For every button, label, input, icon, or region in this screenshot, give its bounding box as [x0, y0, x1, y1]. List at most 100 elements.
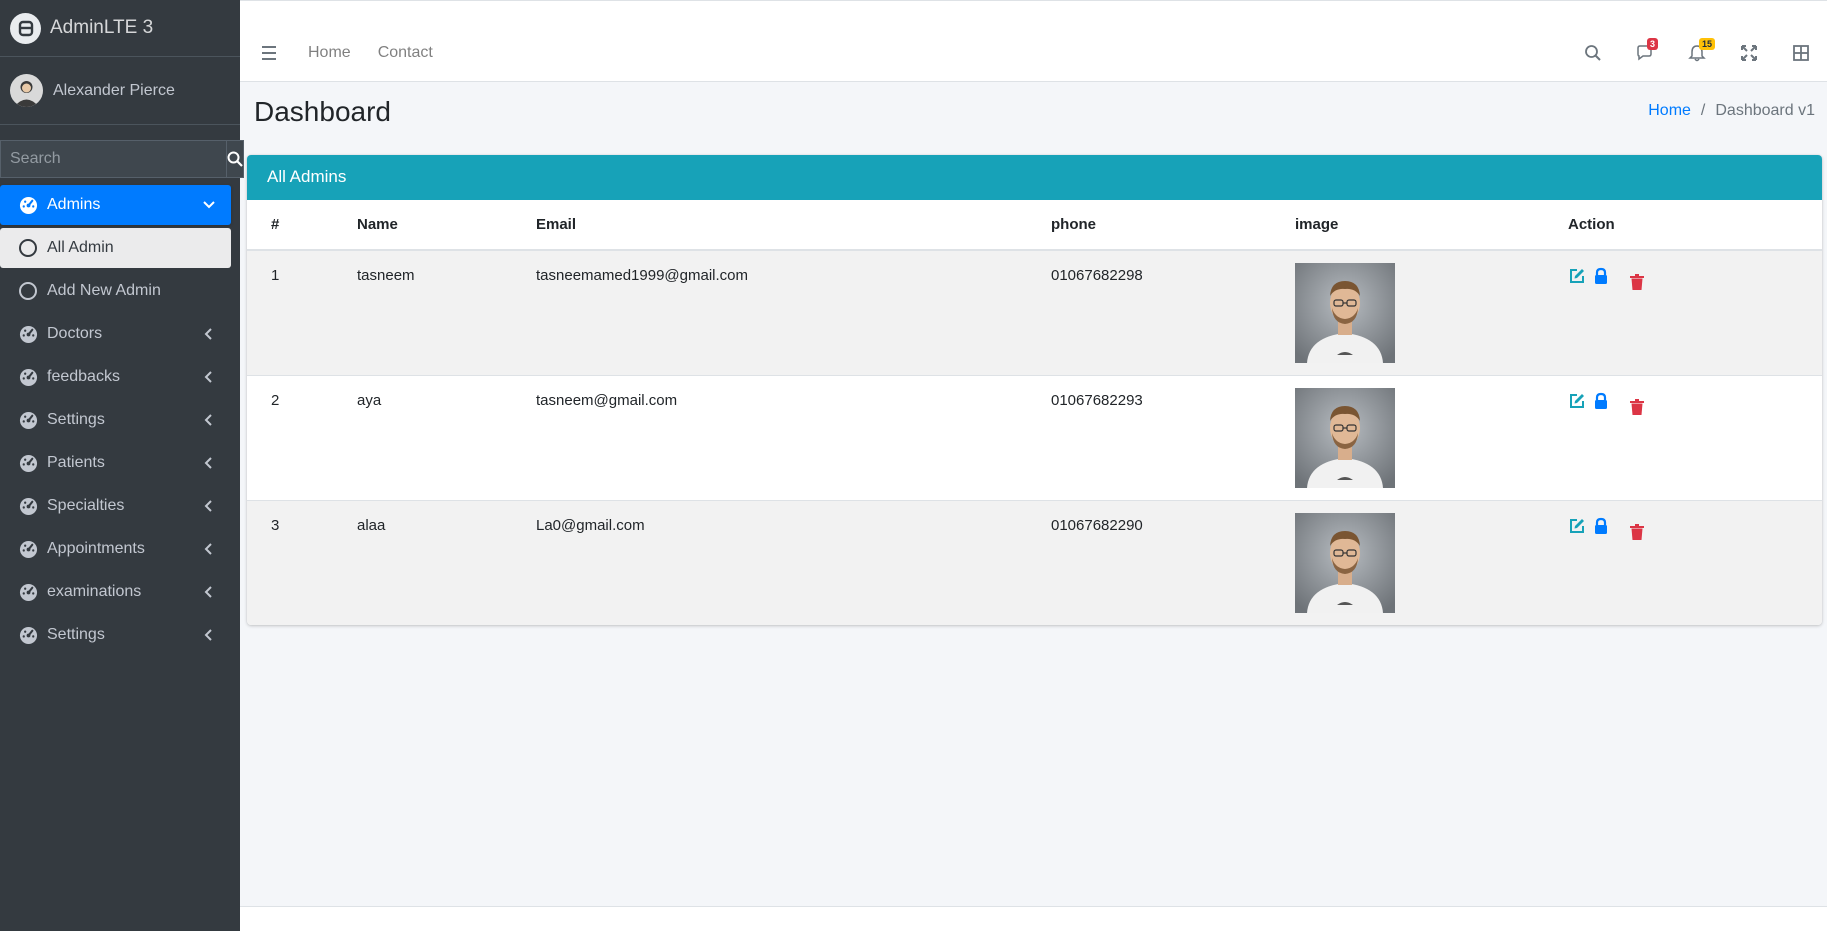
cell-email: La0@gmail.com	[512, 499, 1027, 625]
tachometer-icon	[18, 195, 38, 215]
sidebar-item-doctors[interactable]: Doctors	[0, 314, 231, 354]
sidebar-item-label: Doctors	[47, 325, 103, 342]
messages-button[interactable]: 3	[1619, 38, 1671, 65]
cell-email: tasneem@gmail.com	[512, 374, 1027, 500]
cell-name: alaa	[333, 499, 512, 625]
sidebar-item-examinations[interactable]: examinations	[0, 572, 231, 612]
brand-logo-icon	[10, 12, 41, 44]
sidebar-item-settings[interactable]: Settings	[0, 615, 231, 655]
admin-photo	[1295, 512, 1395, 613]
sidebar-search-input[interactable]	[0, 140, 226, 178]
page-title: Dashboard	[254, 96, 391, 127]
nav-link-contact[interactable]: Contact	[378, 44, 433, 62]
navbar-search-button[interactable]	[1567, 41, 1619, 65]
th-large-icon	[1793, 45, 1809, 61]
sidebar-item-label: Specialties	[47, 497, 125, 514]
cell-id: 3	[247, 499, 333, 625]
messages-badge: 3	[1647, 38, 1659, 50]
column-header-image: image	[1271, 200, 1544, 251]
table-row: 3 alaa La0@gmail.com 01067682290	[247, 499, 1822, 625]
admins-card: All Admins # Name Email phone image Acti…	[247, 155, 1822, 625]
sidebar-item-label: Patients	[47, 454, 105, 471]
user-name[interactable]: Alexander Pierce	[53, 82, 175, 100]
breadcrumb-current: Dashboard v1	[1715, 102, 1815, 119]
table-row: 2 aya tasneem@gmail.com 01067682293	[247, 374, 1822, 500]
sidebar-item-label: Add New Admin	[47, 282, 161, 299]
chevron-left-icon	[201, 541, 217, 557]
chevron-left-icon	[201, 326, 217, 342]
tachometer-icon	[18, 324, 38, 344]
lock-icon[interactable]	[1592, 392, 1610, 410]
sidebar-item-all-admin[interactable]: All Admin	[0, 228, 231, 268]
circle-icon	[18, 238, 38, 258]
cell-actions	[1544, 499, 1822, 625]
cell-image	[1271, 499, 1544, 625]
edit-icon[interactable]	[1568, 517, 1586, 535]
sidebar-item-appointments[interactable]: Appointments	[0, 529, 231, 569]
sidebar-nav: Admins All Admin Add New Admin Doctors feedb…	[0, 185, 240, 655]
lock-icon[interactable]	[1592, 517, 1610, 535]
chevron-left-icon	[201, 498, 217, 514]
notifications-badge: 15	[1699, 38, 1716, 50]
fullscreen-button[interactable]	[1723, 41, 1775, 65]
circle-icon	[18, 281, 38, 301]
chevron-left-icon	[201, 627, 217, 643]
trash-icon[interactable]	[1628, 273, 1646, 291]
cell-email: tasneemamed1999@gmail.com	[512, 249, 1027, 375]
column-header-email: Email	[512, 200, 1027, 251]
column-header-action: Action	[1544, 200, 1822, 251]
lock-icon[interactable]	[1592, 267, 1610, 285]
cell-id: 2	[247, 374, 333, 500]
top-navbar: Home Contact 3 15	[240, 0, 1827, 82]
cell-actions	[1544, 249, 1822, 375]
user-panel[interactable]: Alexander Pierce	[0, 57, 240, 125]
trash-icon[interactable]	[1628, 398, 1646, 416]
edit-icon[interactable]	[1568, 392, 1586, 410]
tachometer-icon	[18, 625, 38, 645]
sidebar-item-label: Settings	[47, 626, 105, 643]
table-row: 1 tasneem tasneemamed1999@gmail.com 0106…	[247, 249, 1822, 375]
breadcrumb-home-link[interactable]: Home	[1648, 102, 1691, 120]
sidebar-item-label: Appointments	[47, 540, 145, 557]
chevron-left-icon	[201, 584, 217, 600]
breadcrumb: Home / Dashboard v1	[1648, 102, 1815, 120]
sidebar-item-label: Settings	[47, 411, 105, 428]
tachometer-icon	[18, 453, 38, 473]
sidebar-item-label: examinations	[47, 583, 142, 600]
cell-image	[1271, 374, 1544, 500]
sidebar-item-feedbacks[interactable]: feedbacks	[0, 357, 231, 397]
cell-name: aya	[333, 374, 512, 500]
cell-phone: 01067682298	[1027, 249, 1271, 375]
tachometer-icon	[18, 367, 38, 387]
cell-phone: 01067682290	[1027, 499, 1271, 625]
nav-link-home[interactable]: Home	[308, 44, 351, 62]
cell-image	[1271, 249, 1544, 375]
control-sidebar-button[interactable]	[1775, 41, 1827, 65]
tachometer-icon	[18, 410, 38, 430]
admins-table: # Name Email phone image Action 1 tasnee…	[247, 200, 1822, 625]
card-title: All Admins	[247, 155, 1822, 200]
sidebar-item-specialties[interactable]: Specialties	[0, 486, 231, 526]
notifications-button[interactable]: 15	[1671, 38, 1723, 65]
sidebar-item-settings[interactable]: Settings	[0, 400, 231, 440]
brand-link[interactable]: AdminLTE 3	[0, 0, 240, 57]
sidebar-item-patients[interactable]: Patients	[0, 443, 231, 483]
cell-name: tasneem	[333, 249, 512, 375]
cell-id: 1	[247, 249, 333, 375]
chevron-down-icon	[201, 197, 217, 213]
chevron-left-icon	[201, 455, 217, 471]
sidebar-item-add-new-admin[interactable]: Add New Admin	[0, 271, 231, 311]
sidebar-search-button[interactable]	[226, 140, 244, 178]
sidebar-item-label: All Admin	[47, 239, 114, 256]
search-icon	[227, 151, 243, 167]
trash-icon[interactable]	[1628, 523, 1646, 541]
column-header-number: #	[247, 200, 333, 251]
sidebar-item-admins[interactable]: Admins	[0, 185, 231, 225]
breadcrumb-separator: /	[1700, 102, 1706, 119]
tachometer-icon	[18, 496, 38, 516]
main-footer	[240, 906, 1827, 931]
main-sidebar: AdminLTE 3 Alexander Pierce Admins All Ad…	[0, 0, 244, 931]
edit-icon[interactable]	[1568, 267, 1586, 285]
menu-toggle-icon[interactable]	[262, 45, 282, 61]
tachometer-icon	[18, 539, 38, 559]
